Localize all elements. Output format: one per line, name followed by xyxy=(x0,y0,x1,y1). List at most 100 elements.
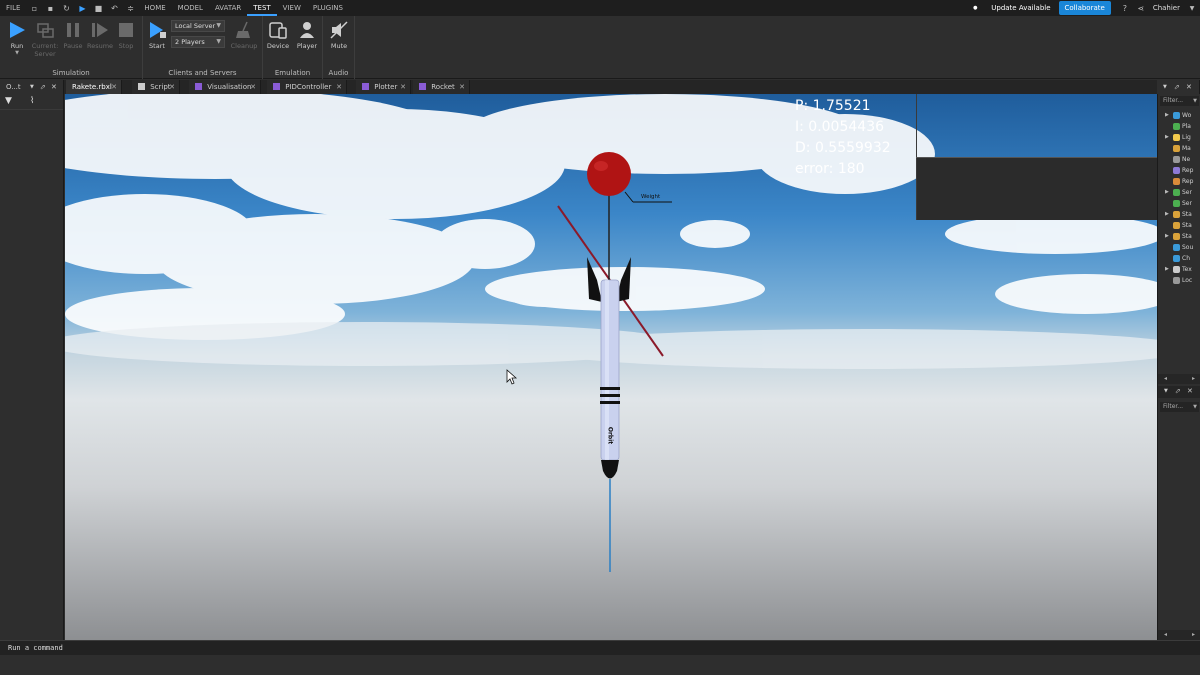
output-toolbar: ▼ ⌇ xyxy=(0,94,63,110)
tab-model[interactable]: MODEL xyxy=(172,0,209,16)
hud-p-value: P: 1.75521 xyxy=(795,98,871,114)
expand-arrow-icon[interactable]: ▶ xyxy=(1165,187,1169,198)
player-button[interactable]: Player xyxy=(292,20,322,50)
scroll-left-icon[interactable]: ◂ xyxy=(1164,375,1167,382)
explorer-item[interactable]: Ma xyxy=(1158,143,1200,154)
tab-plugins[interactable]: PLUGINS xyxy=(307,0,349,16)
expand-arrow-icon[interactable]: ▶ xyxy=(1165,264,1169,275)
explorer-item[interactable]: ▶ Wo xyxy=(1158,110,1200,121)
explorer-item[interactable]: ▶ Lig xyxy=(1158,132,1200,143)
pause-icon xyxy=(63,20,83,40)
chevron-down-icon[interactable]: ▼ xyxy=(1163,80,1167,94)
explorer-item[interactable]: Rep xyxy=(1158,165,1200,176)
more-icon[interactable]: ≑ xyxy=(125,3,135,13)
user-name[interactable]: Chahier xyxy=(1149,4,1184,12)
run-button[interactable]: Run ▼ xyxy=(2,20,32,56)
properties-scrollbar[interactable]: ◂ ▸ xyxy=(1158,630,1200,640)
cleanup-label: Cleanup xyxy=(230,42,258,50)
detach-icon[interactable]: ⬀ xyxy=(40,80,46,94)
weight-balloon[interactable] xyxy=(587,152,631,196)
status-bar xyxy=(0,655,1200,675)
explorer-item[interactable]: ▶ Ser xyxy=(1158,187,1200,198)
tab-visualisation[interactable]: Visualisation ✕ xyxy=(189,80,261,94)
pause-button[interactable]: Pause xyxy=(58,20,88,50)
hud-error-value: error: 180 xyxy=(795,161,865,177)
tab-home[interactable]: HOME xyxy=(138,0,171,16)
explorer-item[interactable]: Loc xyxy=(1158,275,1200,286)
run-dropdown-icon[interactable]: ▼ xyxy=(2,50,32,56)
detach-icon[interactable]: ⬀ xyxy=(1175,387,1181,395)
update-available[interactable]: Update Available xyxy=(983,4,1058,12)
close-icon[interactable]: ✕ xyxy=(250,80,256,94)
explorer-item[interactable]: ▶ Sta xyxy=(1158,231,1200,242)
properties-filter-input[interactable]: Filter... ▼ xyxy=(1160,402,1199,412)
explorer-item[interactable]: Ch xyxy=(1158,253,1200,264)
close-icon[interactable]: ✕ xyxy=(1187,387,1193,395)
stop-icon[interactable]: ■ xyxy=(93,3,103,13)
explorer-item[interactable]: Rep xyxy=(1158,176,1200,187)
collaborate-button[interactable]: Collaborate xyxy=(1058,1,1111,15)
chevron-down-icon[interactable]: ▼ xyxy=(30,80,34,94)
explorer-item[interactable]: Ne xyxy=(1158,154,1200,165)
undo-icon[interactable]: ↶ xyxy=(109,3,119,13)
expand-arrow-icon[interactable]: ▶ xyxy=(1165,209,1169,220)
explorer-item[interactable]: Sou xyxy=(1158,242,1200,253)
mute-button[interactable]: Mute xyxy=(324,20,354,50)
game-viewport[interactable]: Weight Orbit P: 1.75521 I: 0.0054436 D: … xyxy=(65,94,1157,640)
tab-script[interactable]: Script ✕ xyxy=(132,80,180,94)
new-file-icon[interactable]: ▫ xyxy=(29,3,39,13)
tab-rakete[interactable]: Rakete.rbxl ✕ xyxy=(66,80,122,94)
tab-pidcontroller[interactable]: PIDController ✕ xyxy=(267,80,347,94)
save-icon[interactable]: ▪ xyxy=(45,3,55,13)
scroll-right-icon[interactable]: ▸ xyxy=(1192,375,1195,382)
tab-plotter[interactable]: Plotter ✕ xyxy=(356,80,411,94)
scroll-left-icon[interactable]: ◂ xyxy=(1164,631,1167,638)
command-bar-input[interactable]: Run a command xyxy=(0,640,1200,655)
players-select[interactable]: 2 Players ▼ xyxy=(171,36,225,48)
explorer-item[interactable]: Sta xyxy=(1158,220,1200,231)
explorer-item-label: Sou xyxy=(1182,244,1194,251)
current-server-button[interactable]: Current: Server xyxy=(30,20,60,58)
explorer-item[interactable]: ▶ Sta xyxy=(1158,209,1200,220)
close-icon[interactable]: ✕ xyxy=(51,80,57,94)
expand-arrow-icon[interactable]: ▶ xyxy=(1165,231,1169,242)
close-icon[interactable]: ✕ xyxy=(111,80,117,94)
start-button[interactable]: Start xyxy=(142,20,172,50)
clear-broom-icon[interactable]: ⌇ xyxy=(30,96,34,106)
expand-arrow-icon[interactable]: ▶ xyxy=(1165,132,1169,143)
filter-icon[interactable]: ▼ xyxy=(5,96,12,106)
device-button[interactable]: Device xyxy=(263,20,293,50)
share-icon[interactable]: ⋖ xyxy=(1136,3,1146,13)
file-menu[interactable]: FILE xyxy=(0,0,26,16)
expand-arrow-icon[interactable]: ▶ xyxy=(1165,110,1169,121)
close-icon[interactable]: ✕ xyxy=(169,80,175,94)
close-icon[interactable]: ✕ xyxy=(459,80,465,94)
chevron-down-icon[interactable]: ▼ xyxy=(1187,3,1197,13)
tab-view[interactable]: VIEW xyxy=(277,0,307,16)
play-icon[interactable]: ▶ xyxy=(77,3,87,13)
help-icon[interactable]: ? xyxy=(1120,3,1130,13)
service-icon xyxy=(1173,222,1180,229)
chevron-down-icon[interactable]: ▼ xyxy=(1164,388,1168,394)
server-select[interactable]: Local Server ▼ xyxy=(171,20,225,32)
close-icon[interactable]: ✕ xyxy=(400,80,406,94)
close-icon[interactable]: ✕ xyxy=(336,80,342,94)
tab-rocket[interactable]: Rocket ✕ xyxy=(413,80,470,94)
close-icon[interactable]: ✕ xyxy=(1186,80,1192,94)
tab-avatar[interactable]: AVATAR xyxy=(209,0,247,16)
scroll-right-icon[interactable]: ▸ xyxy=(1192,631,1195,638)
service-icon xyxy=(1173,244,1180,251)
redo-icon[interactable]: ↻ xyxy=(61,3,71,13)
explorer-scrollbar[interactable]: ◂ ▸ xyxy=(1158,374,1200,384)
explorer-panel: Filter... ▼ ▶ Wo Pla ▶ Lig Ma Ne Rep Rep ▶ Ser Ser ▶… xyxy=(1157,94,1200,640)
tab-test[interactable]: TEST xyxy=(247,0,277,16)
cleanup-button[interactable]: Cleanup xyxy=(229,20,259,50)
explorer-item[interactable]: Ser xyxy=(1158,198,1200,209)
service-icon xyxy=(1173,112,1180,119)
rocket-stripes xyxy=(600,387,620,404)
explorer-item[interactable]: Pla xyxy=(1158,121,1200,132)
detach-icon[interactable]: ⬀ xyxy=(1174,80,1180,94)
stop-button[interactable]: Stop xyxy=(111,20,141,50)
explorer-filter-input[interactable]: Filter... ▼ xyxy=(1160,96,1199,106)
explorer-item[interactable]: ▶ Tex xyxy=(1158,264,1200,275)
